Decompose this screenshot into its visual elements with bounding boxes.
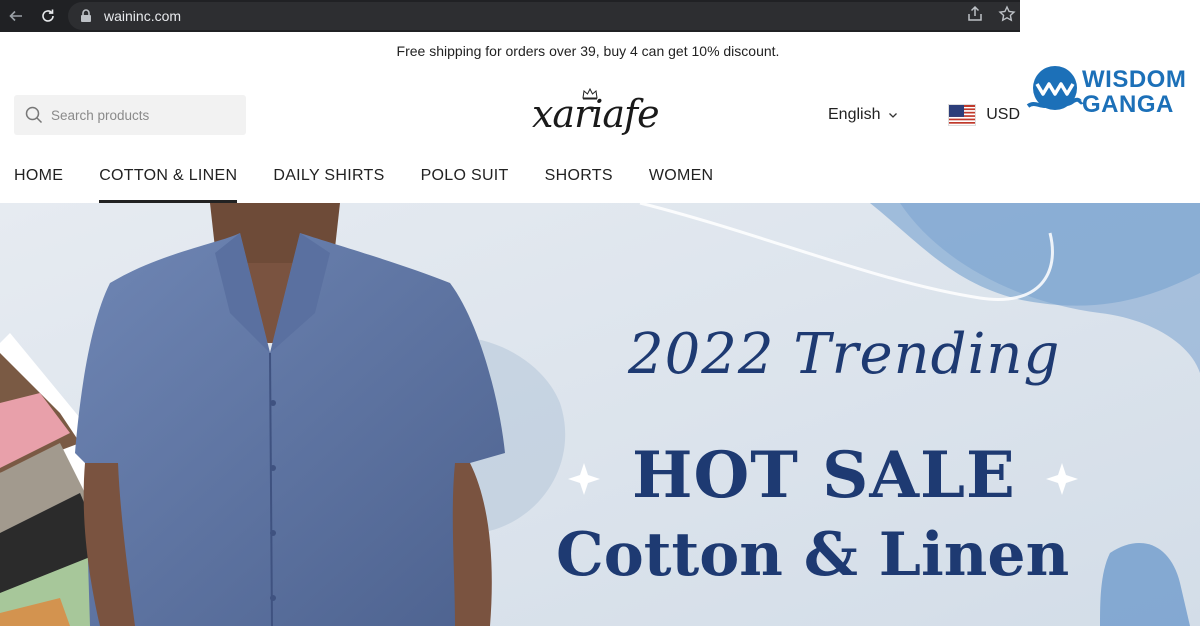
language-selector[interactable]: English xyxy=(828,104,898,126)
lock-icon xyxy=(78,8,94,24)
share-icon[interactable] xyxy=(966,5,984,28)
watermark-logo: WISDOM GANGA xyxy=(1020,58,1200,124)
watermark-line1: WISDOM xyxy=(1082,66,1187,93)
back-arrow-icon[interactable] xyxy=(0,0,32,32)
url-text[interactable]: waininc.com xyxy=(104,8,181,24)
search-icon xyxy=(25,106,43,124)
sparkle-star-icon xyxy=(568,463,600,495)
search-box[interactable] xyxy=(14,95,246,135)
star-bookmark-icon[interactable] xyxy=(998,4,1016,28)
sparkle-star-icon xyxy=(1046,463,1078,495)
address-bar[interactable]: waininc.com xyxy=(68,2,1020,30)
wave-logo-icon xyxy=(1026,66,1084,110)
language-label: English xyxy=(828,106,881,123)
nav-item-home[interactable]: HOME xyxy=(14,158,63,194)
banner-headline-cotton-linen: Cotton & Linen xyxy=(556,520,1070,590)
chevron-down-icon xyxy=(889,113,898,118)
brand-logo[interactable]: xariafe xyxy=(532,86,660,144)
reload-icon[interactable] xyxy=(32,0,64,32)
us-flag-icon xyxy=(948,104,977,126)
currency-label: USD xyxy=(986,106,1020,123)
nav-item-daily-shirts[interactable]: DAILY SHIRTS xyxy=(273,158,384,194)
logo-text: xariafe xyxy=(532,92,660,136)
nav-item-polo-suit[interactable]: POLO SUIT xyxy=(421,158,509,194)
announcement-text: Free shipping for orders over 39, buy 4 … xyxy=(396,43,780,59)
nav-item-women[interactable]: WOMEN xyxy=(649,158,714,194)
currency-selector[interactable]: USD xyxy=(948,103,1020,127)
search-input[interactable] xyxy=(51,107,231,123)
banner-headline-trending: 2022 Trending xyxy=(628,322,1061,387)
banner-headline-hot-sale: HOT SALE xyxy=(632,438,1016,513)
nav-item-shorts[interactable]: SHORTS xyxy=(545,158,613,194)
main-nav: HOME COTTON & LINEN DAILY SHIRTS POLO SU… xyxy=(14,158,713,204)
browser-toolbar: waininc.com xyxy=(0,0,1020,32)
watermark-line2: GANGA xyxy=(1082,91,1174,118)
nav-item-cotton-linen[interactable]: COTTON & LINEN xyxy=(99,158,238,203)
